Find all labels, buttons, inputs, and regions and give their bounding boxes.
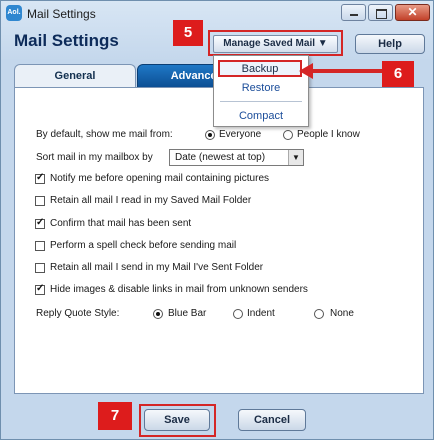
- checkbox-notify-pictures-label: Notify me before opening mail containing…: [50, 173, 270, 184]
- reply-quote-label: Reply Quote Style:: [36, 308, 120, 319]
- manage-saved-mail-button[interactable]: Manage Saved Mail ▼: [213, 35, 338, 53]
- checkbox-spell-check[interactable]: [35, 241, 45, 251]
- step-marker-6: 6: [382, 61, 414, 87]
- step-marker-7: 7: [98, 402, 132, 430]
- manage-saved-mail-menu: Backup Restore Compact: [213, 55, 309, 127]
- minimize-button[interactable]: [341, 4, 366, 21]
- radio-everyone[interactable]: [205, 130, 215, 140]
- manage-saved-mail-label: Manage Saved Mail: [223, 38, 315, 49]
- checkbox-retain-sent[interactable]: [35, 263, 45, 273]
- checkbox-retain-sent-label: Retain all mail I send in my Mail I've S…: [50, 262, 264, 273]
- checkbox-hide-images[interactable]: [35, 283, 45, 295]
- checkbox-retain-read-label: Retain all mail I read in my Saved Mail …: [50, 195, 252, 206]
- radio-none-label: None: [330, 308, 354, 319]
- aol-logo-icon: Aol.: [6, 5, 22, 21]
- checkbox-spell-check-label: Perform a spell check before sending mai…: [50, 240, 237, 251]
- minimize-icon: [350, 14, 358, 16]
- checkbox-retain-read[interactable]: [35, 196, 45, 206]
- checkbox-confirm-sent[interactable]: [35, 217, 45, 229]
- chevron-down-icon: ▼: [288, 150, 303, 165]
- checkbox-confirm-sent-label: Confirm that mail has been sent: [50, 218, 192, 229]
- step-marker-5: 5: [173, 20, 203, 46]
- radio-none[interactable]: [314, 309, 324, 319]
- radio-blue-bar-label: Blue Bar: [168, 308, 207, 319]
- radio-indent[interactable]: [233, 309, 243, 319]
- close-button[interactable]: ✕: [395, 4, 430, 21]
- radio-people-i-know-label: People I know: [297, 129, 360, 140]
- save-button[interactable]: Save: [144, 409, 210, 431]
- help-button[interactable]: Help: [355, 34, 425, 54]
- menu-item-restore[interactable]: Restore: [214, 82, 308, 94]
- radio-indent-label: Indent: [247, 308, 275, 319]
- triangle-down-icon: ▼: [317, 38, 328, 49]
- radio-everyone-label: Everyone: [219, 129, 262, 140]
- radio-blue-bar[interactable]: [153, 309, 163, 319]
- radio-people-i-know[interactable]: [283, 130, 293, 140]
- checkbox-hide-images-label: Hide images & disable links in mail from…: [50, 284, 308, 295]
- close-icon: ✕: [407, 5, 418, 19]
- cancel-button[interactable]: Cancel: [238, 409, 306, 431]
- window-title: Mail Settings: [27, 7, 96, 21]
- menu-item-backup[interactable]: Backup: [218, 60, 302, 77]
- tab-general[interactable]: General: [14, 64, 136, 88]
- maximize-icon: [376, 9, 387, 19]
- title-bar: Aol. Mail Settings ✕: [1, 1, 433, 27]
- sort-select[interactable]: Date (newest at top) ▼: [169, 149, 304, 166]
- page-title: Mail Settings: [14, 31, 119, 50]
- mail-settings-window: Aol. Mail Settings ✕ Mail Settings 5 Man…: [0, 0, 434, 440]
- sort-select-value: Date (newest at top): [175, 152, 266, 163]
- show-mail-from-label: By default, show me mail from:: [36, 129, 173, 140]
- menu-item-compact[interactable]: Compact: [214, 110, 308, 122]
- sort-label: Sort mail in my mailbox by: [36, 152, 153, 163]
- menu-separator: [220, 101, 302, 102]
- checkbox-notify-pictures[interactable]: [35, 172, 45, 184]
- arrow-left-icon: [299, 63, 383, 79]
- maximize-button[interactable]: [368, 4, 393, 21]
